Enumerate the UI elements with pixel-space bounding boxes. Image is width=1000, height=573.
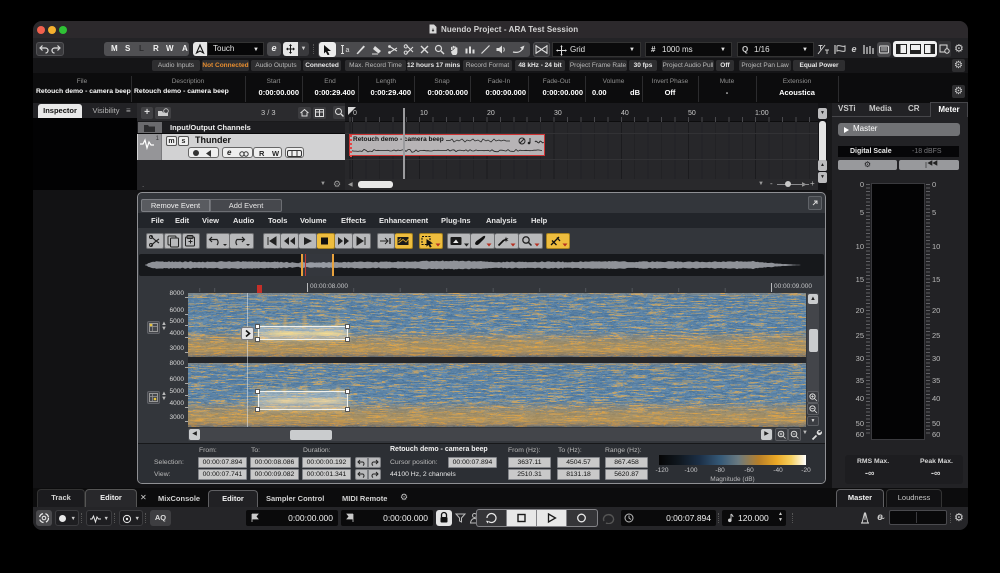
svg-text:a: a [346, 47, 350, 54]
